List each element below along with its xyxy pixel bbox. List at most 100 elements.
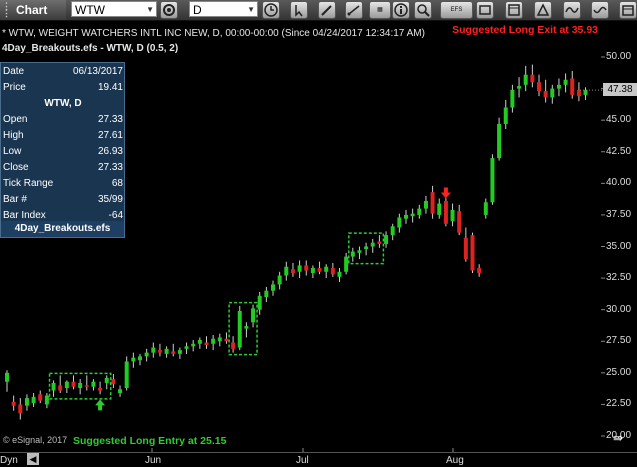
candle-body <box>58 385 63 391</box>
candle-body <box>497 123 502 159</box>
price-tick-label: 37.50 <box>606 208 632 220</box>
candle-body <box>463 237 468 260</box>
dw-value: 06/13/2017 <box>72 66 123 77</box>
series-description: * WTW, WEIGHT WATCHERS INTL INC NEW, D, … <box>2 28 425 39</box>
dw-value: 26.93 <box>97 146 123 157</box>
dw-label: Close <box>3 162 29 173</box>
candle-body <box>337 271 342 277</box>
dw-label: Tick Range <box>3 178 54 189</box>
candle-body <box>357 250 362 253</box>
time-template-button[interactable] <box>262 1 280 19</box>
candle-body <box>78 382 83 388</box>
scroll-left-button[interactable]: ◀ <box>27 453 39 465</box>
wave-button[interactable] <box>563 1 581 19</box>
template-button[interactable] <box>476 1 494 19</box>
date-tick-label: Aug <box>446 455 464 466</box>
price-axis[interactable]: 50.0047.5045.0042.5040.0037.5035.0032.50… <box>604 50 637 444</box>
chart-window: ⋮ ⋮ Chart WTW ▼ D ▼ ▦ EFS * WTW, WEIGHT … <box>0 0 637 467</box>
dw-row: Tick Range 68 <box>3 176 123 192</box>
gear-icon <box>163 4 175 16</box>
candle-body <box>184 346 189 349</box>
wave-alt-button[interactable] <box>591 1 609 19</box>
line-tool-icon <box>347 5 360 16</box>
drag-grip-icon[interactable]: ⋮ ⋮ <box>2 2 12 18</box>
dw-row-price: Price 19.41 <box>3 80 123 96</box>
chevron-down-icon[interactable]: ▼ <box>247 2 255 18</box>
candle-body <box>370 242 375 247</box>
candle-body <box>324 266 329 272</box>
entry-annotation: Suggested Long Entry at 25.15 <box>73 435 227 447</box>
cursor-data-window[interactable]: Date 06/13/2017 Price 19.41 WTW, D Open … <box>0 62 125 238</box>
dw-label: Bar # <box>3 194 27 205</box>
scroll-to-end-button[interactable]: ⇛ <box>610 431 626 445</box>
dw-value: 27.33 <box>97 114 123 125</box>
candle-body <box>503 107 508 124</box>
interval-select[interactable]: D ▼ <box>189 1 258 17</box>
candle-body <box>310 267 315 274</box>
price-tick-label: 27.50 <box>606 335 632 347</box>
candle-body <box>191 343 196 347</box>
window-title[interactable]: ⋮ ⋮ Chart <box>0 0 66 20</box>
candle-body <box>64 381 69 388</box>
dw-row: High 27.61 <box>3 128 123 144</box>
dw-row: Bar # 35/99 <box>3 192 123 208</box>
chevron-down-icon[interactable]: ▼ <box>146 2 154 18</box>
candle-body <box>543 91 548 98</box>
info-button[interactable] <box>392 1 410 19</box>
calendar-icon <box>622 5 634 16</box>
clock-icon <box>264 3 278 17</box>
dw-symbol-header: WTW, D <box>44 98 82 109</box>
cursor-button[interactable] <box>290 1 308 19</box>
scroll-end-icon: ⇛ <box>612 431 624 445</box>
candle-body <box>204 342 209 346</box>
candle-body <box>437 203 442 215</box>
alert-button[interactable] <box>534 1 552 19</box>
date-axis-corner: Dyn <box>0 455 18 466</box>
candle-body <box>244 326 249 329</box>
candle-body <box>490 158 495 203</box>
date-tick-label: Jul <box>296 455 309 466</box>
candle-body <box>537 82 541 92</box>
calendar-button[interactable] <box>619 1 637 19</box>
candle-body <box>517 86 522 89</box>
candle-body <box>217 337 222 342</box>
dw-label: High <box>3 130 24 141</box>
efs-button[interactable]: EFS <box>440 1 473 19</box>
chart-toolbar: ⋮ ⋮ Chart WTW ▼ D ▼ ▦ EFS <box>0 0 637 21</box>
candle-body <box>124 361 129 388</box>
interval-value: D <box>193 3 202 17</box>
candle-body <box>131 357 136 362</box>
candle-body <box>404 214 408 219</box>
efs-label: EFS <box>450 7 463 13</box>
line-tool-button[interactable] <box>345 1 363 19</box>
candle-body <box>211 338 216 344</box>
settings-button[interactable] <box>160 1 178 19</box>
dw-study-name: 4Day_Breakouts.efs <box>1 221 124 237</box>
entry-arrow-icon <box>95 399 106 411</box>
pencil-icon <box>321 5 332 16</box>
date-axis[interactable]: Dyn Jun Jul Aug <box>0 452 637 467</box>
window-icon <box>508 4 520 16</box>
candle-body <box>483 202 488 215</box>
info-icon <box>394 3 408 17</box>
exit-annotation: Suggested Long Exit at 35.93 <box>452 24 598 36</box>
candle-body <box>570 78 575 95</box>
candle-body <box>330 267 335 275</box>
draw-tool-button[interactable] <box>318 1 336 19</box>
wave-icon <box>593 6 607 14</box>
candle-body <box>118 389 123 394</box>
candle-body <box>157 350 162 353</box>
dw-value: 68 <box>111 178 123 189</box>
candle-body <box>98 387 103 391</box>
candle-body <box>38 394 43 401</box>
dw-row: Close 27.33 <box>3 160 123 176</box>
candle-body <box>224 338 229 342</box>
study-button[interactable]: ▦ <box>369 1 391 19</box>
symbol-input[interactable]: WTW ▼ <box>71 1 157 17</box>
zoom-button[interactable] <box>414 1 432 19</box>
candle-body <box>423 201 428 209</box>
price-tick-label: 50.00 <box>606 51 632 62</box>
window-button[interactable] <box>505 1 523 19</box>
candle-body <box>477 267 482 274</box>
candle-body <box>24 398 29 406</box>
